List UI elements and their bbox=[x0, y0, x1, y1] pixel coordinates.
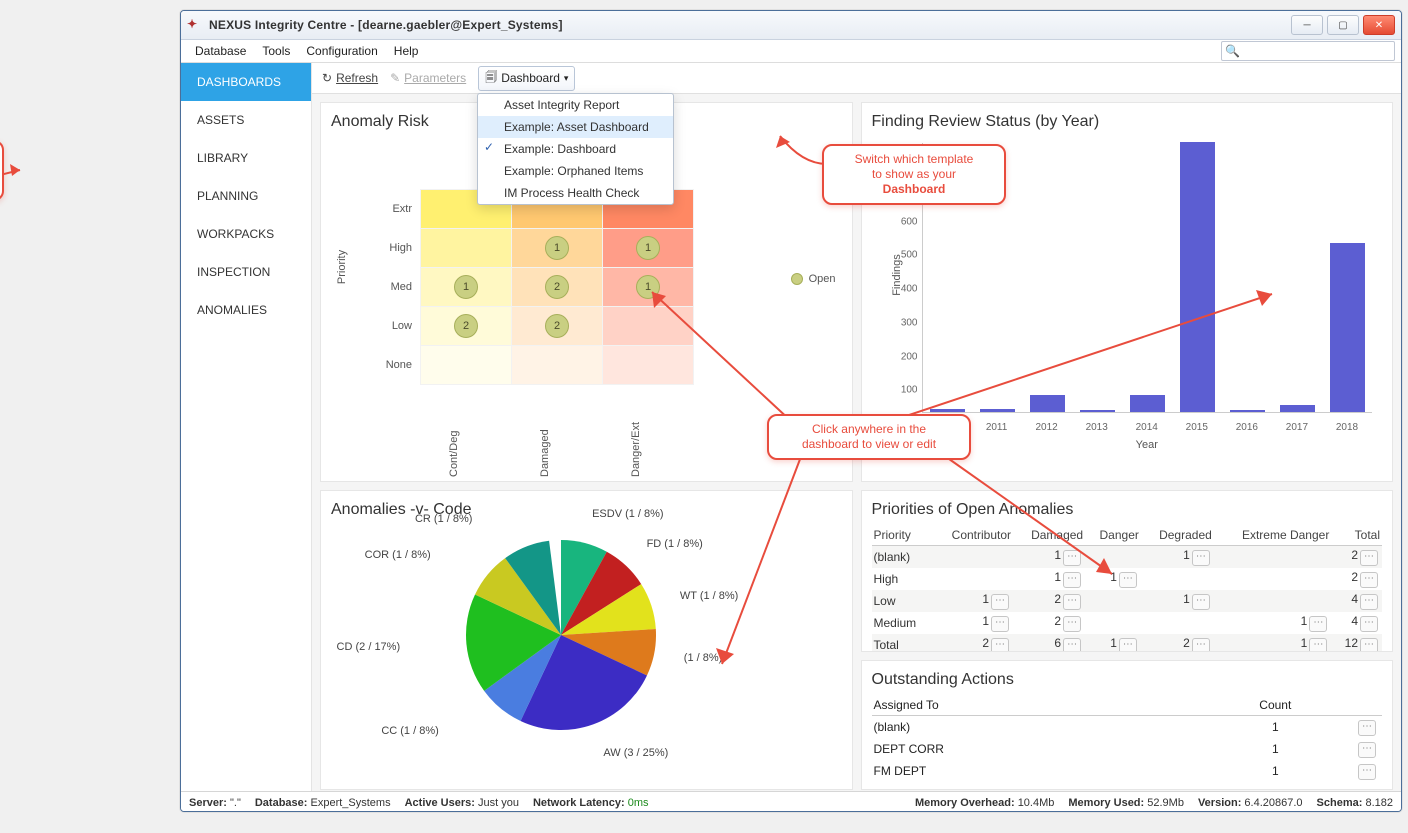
search-icon: 🔍 bbox=[1225, 44, 1240, 58]
pie-chart: ESDV (1 / 8%)FD (1 / 8%)WT (1 / 8%)(1 / … bbox=[331, 525, 842, 785]
menu-database[interactable]: Database bbox=[187, 42, 254, 60]
clipboard-icon: 🗐 bbox=[485, 68, 497, 89]
search-input[interactable] bbox=[1221, 41, 1395, 61]
callout-welcome: WELCOME renamed to DASHBOARDS bbox=[0, 140, 4, 201]
chevron-down-icon: ▾ bbox=[564, 73, 569, 84]
sidebar-item-workpacks[interactable]: WORKPACKS bbox=[181, 215, 311, 253]
card-priorities[interactable]: Priorities of Open Anomalies PriorityCon… bbox=[861, 490, 1394, 652]
callout-switch: Switch which template to show as your Da… bbox=[822, 144, 1006, 205]
statusbar: Server: "." Database: Expert_Systems Act… bbox=[181, 791, 1401, 812]
risk-legend: Open bbox=[791, 273, 836, 285]
parameters-button[interactable]: ✎ Parameters bbox=[390, 71, 466, 85]
sidebar-item-anomalies[interactable]: ANOMALIES bbox=[181, 291, 311, 329]
titlebar: ✦ NEXUS Integrity Centre - [dearne.gaebl… bbox=[181, 11, 1401, 40]
sidebar-item-inspection[interactable]: INSPECTION bbox=[181, 253, 311, 291]
app-icon: ✦ bbox=[187, 17, 203, 33]
toolbar: ↻ Refresh ✎ Parameters 🗐 Dashboard ▾ bbox=[312, 63, 1401, 94]
check-icon: ✓ bbox=[484, 140, 494, 154]
legend-dot-icon bbox=[791, 273, 803, 285]
card-title: Anomalies -v- Code bbox=[331, 501, 842, 519]
dashboard-dropdown[interactable]: 🗐 Dashboard ▾ bbox=[478, 66, 575, 91]
priorities-table: PriorityContributorDamagedDangerDegraded… bbox=[872, 525, 1383, 652]
maximize-button[interactable]: ▢ bbox=[1327, 15, 1359, 35]
menu-help[interactable]: Help bbox=[386, 42, 427, 60]
sidebar-item-dashboards[interactable]: DASHBOARDS bbox=[181, 63, 311, 101]
dd-item[interactable]: ✓Example: Dashboard bbox=[478, 138, 673, 160]
actions-table: Assigned ToCount(blank)1⋯DEPT CORR1⋯FM D… bbox=[872, 695, 1383, 782]
card-title: Priorities of Open Anomalies bbox=[872, 501, 1383, 519]
menubar: Database Tools Configuration Help 🔍 bbox=[181, 40, 1401, 63]
arrow-welcome bbox=[0, 160, 40, 200]
card-title: Outstanding Actions bbox=[872, 671, 1383, 689]
window-title: NEXUS Integrity Centre - [dearne.gaebler… bbox=[209, 18, 1287, 32]
dd-item[interactable]: Example: Orphaned Items bbox=[478, 160, 673, 182]
minimize-button[interactable]: ─ bbox=[1291, 15, 1323, 35]
dd-item[interactable]: IM Process Health Check bbox=[478, 182, 673, 204]
dd-item[interactable]: Asset Integrity Report bbox=[478, 94, 673, 116]
dashboard-dropdown-label: Dashboard bbox=[501, 71, 560, 85]
dashboard-dropdown-menu: Asset Integrity Report Example: Asset Da… bbox=[477, 93, 674, 205]
pencil-icon: ✎ bbox=[390, 71, 400, 85]
refresh-button[interactable]: ↻ Refresh bbox=[322, 71, 378, 85]
close-button[interactable]: ✕ bbox=[1363, 15, 1395, 35]
dd-item[interactable]: Example: Asset Dashboard bbox=[478, 116, 673, 138]
menu-tools[interactable]: Tools bbox=[254, 42, 298, 60]
sidebar-item-library[interactable]: LIBRARY bbox=[181, 139, 311, 177]
card-anomalies-code[interactable]: Anomalies -v- Code ESDV (1 / 8%)FD (1 / … bbox=[320, 490, 853, 790]
dashboard-content[interactable]: Anomaly Risk Priority AnExtrHigh11Med121… bbox=[312, 94, 1401, 791]
refresh-icon: ↻ bbox=[322, 71, 332, 85]
card-title: Finding Review Status (by Year) bbox=[872, 113, 1383, 131]
search-box: 🔍 bbox=[1221, 41, 1395, 61]
callout-click: Click anywhere in the dashboard to view … bbox=[767, 414, 971, 460]
card-outstanding-actions[interactable]: Outstanding Actions Assigned ToCount(bla… bbox=[861, 660, 1394, 790]
sidebar-item-planning[interactable]: PLANNING bbox=[181, 177, 311, 215]
app-window: ✦ NEXUS Integrity Centre - [dearne.gaebl… bbox=[180, 10, 1402, 812]
sidebar-item-assets[interactable]: ASSETS bbox=[181, 101, 311, 139]
menu-configuration[interactable]: Configuration bbox=[298, 42, 385, 60]
sidebar: DASHBOARDS ASSETS LIBRARY PLANNING WORKP… bbox=[181, 63, 312, 791]
